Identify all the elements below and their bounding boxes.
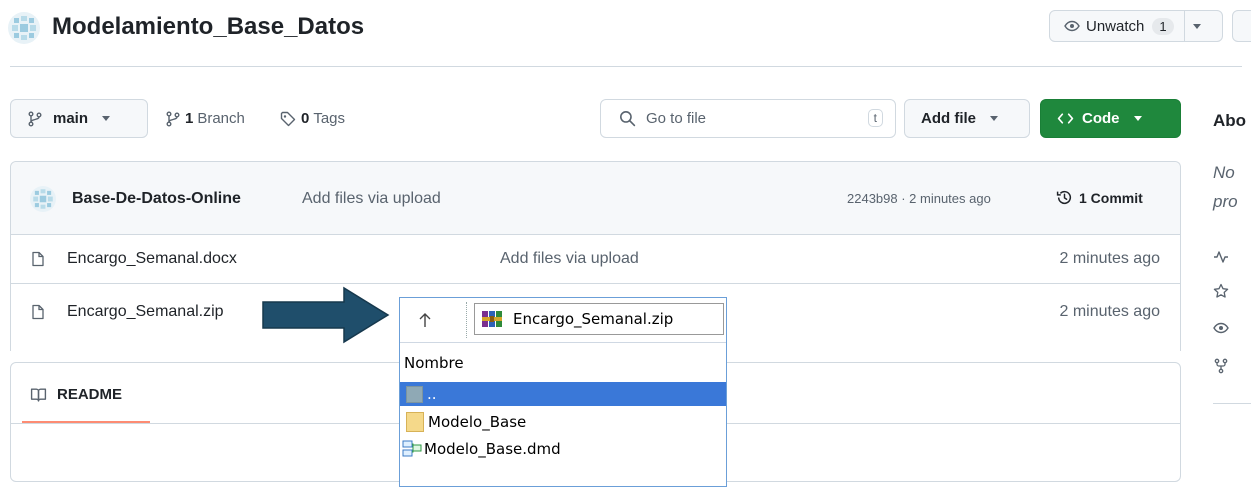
file-time: 2 minutes ago	[1059, 303, 1160, 320]
unwatch-label: Unwatch	[1086, 17, 1145, 35]
about-description-line: No	[1213, 163, 1235, 182]
branch-select-button[interactable]: main	[10, 99, 148, 138]
commits-count-label: 1 Commit	[1079, 189, 1143, 206]
explorer-item-label: Modelo_Base.dmd	[424, 440, 561, 458]
file-time: 2 minutes ago	[1059, 250, 1160, 267]
archive-path: Encargo_Semanal.zip	[513, 310, 674, 328]
path-field[interactable]: Encargo_Semanal.zip	[474, 303, 724, 335]
tag-count: 0	[301, 110, 310, 127]
commit-meta[interactable]: 2243b98 · 2 minutes ago	[847, 191, 991, 206]
path-separator	[466, 302, 467, 338]
search-placeholder: Go to file	[646, 110, 707, 127]
eye-icon	[1064, 20, 1080, 32]
folder-icon	[406, 412, 424, 432]
chevron-down-icon	[102, 116, 111, 121]
file-icon	[32, 304, 44, 320]
search-shortcut-key: t	[867, 109, 883, 127]
archive-explorer-window: Encargo_Semanal.zip Nombre .. Modelo_Bas…	[399, 297, 727, 487]
readme-label: README	[57, 386, 123, 403]
add-file-label: Add file	[921, 110, 976, 127]
explorer-item-label: Modelo_Base	[428, 413, 527, 431]
explorer-item-file[interactable]: Modelo_Base.dmd	[400, 437, 726, 461]
explorer-item-folder[interactable]: Modelo_Base	[400, 410, 726, 434]
header-extra-button[interactable]	[1232, 10, 1251, 42]
commit-author-avatar[interactable]	[30, 186, 56, 212]
readme-tab[interactable]: README	[30, 386, 122, 403]
code-label: Code	[1082, 110, 1120, 127]
unwatch-button[interactable]: Unwatch 1	[1049, 10, 1223, 42]
tag-label: Tags	[313, 110, 346, 127]
branch-count: 1	[185, 110, 194, 127]
file-name[interactable]: Encargo_Semanal.zip	[67, 303, 224, 321]
chevron-down-icon[interactable]	[1192, 23, 1201, 29]
arrow-up-icon[interactable]	[418, 312, 432, 328]
code-icon	[1057, 113, 1074, 124]
commit-message[interactable]: Add files via upload	[302, 190, 441, 208]
column-header-name[interactable]: Nombre	[404, 354, 464, 372]
file-name[interactable]: Encargo_Semanal.docx	[67, 250, 237, 268]
file-commit-message[interactable]: Add files via upload	[500, 250, 639, 268]
explorer-item-parent[interactable]: ..	[400, 382, 726, 406]
explorer-item-label: ..	[427, 385, 437, 403]
history-icon	[1056, 190, 1072, 204]
unwatch-dropdown-divider	[1183, 11, 1185, 41]
about-description-line: pro	[1213, 192, 1238, 211]
about-heading: Abo	[1213, 111, 1247, 130]
explorer-path-bar: Encargo_Semanal.zip	[400, 298, 726, 343]
branch-name: main	[53, 110, 89, 127]
file-icon	[32, 251, 44, 267]
identicon-icon	[33, 189, 53, 209]
repo-owner-avatar[interactable]	[8, 12, 40, 44]
branches-link[interactable]: 1 Branch	[165, 110, 245, 127]
eye-icon[interactable]	[1213, 320, 1229, 336]
sidebar-divider	[1213, 403, 1251, 404]
header-divider	[10, 66, 1242, 67]
chevron-down-icon	[990, 116, 998, 121]
tag-icon	[280, 111, 296, 126]
repo-title[interactable]: Modelamiento_Base_Datos	[52, 13, 364, 41]
winrar-archive-icon	[482, 311, 502, 327]
dmd-file-icon	[402, 440, 422, 457]
parent-folder-icon	[406, 385, 423, 403]
identicon-icon	[12, 16, 36, 40]
add-file-button[interactable]: Add file	[904, 99, 1030, 138]
code-button[interactable]: Code	[1040, 99, 1181, 138]
chevron-down-icon	[1133, 116, 1142, 121]
go-to-file-input[interactable]: Go to file t	[600, 99, 896, 138]
book-icon	[30, 388, 47, 402]
activity-icon[interactable]	[1213, 249, 1229, 265]
git-branch-icon	[166, 111, 180, 126]
search-icon	[620, 111, 636, 127]
tags-link[interactable]: 0 Tags	[280, 110, 345, 127]
file-row[interactable]: Encargo_Semanal.docx Add files via uploa…	[11, 235, 1180, 283]
star-icon[interactable]	[1213, 283, 1229, 299]
commits-link[interactable]: 1 Commit	[1056, 189, 1143, 206]
watchers-count: 1	[1152, 17, 1174, 35]
commit-author[interactable]: Base-De-Datos-Online	[72, 190, 241, 208]
branch-label: Branch	[197, 110, 245, 127]
git-branch-icon	[28, 111, 42, 126]
annotation-arrow-icon	[262, 286, 390, 344]
repo-forked-icon[interactable]	[1213, 358, 1229, 374]
